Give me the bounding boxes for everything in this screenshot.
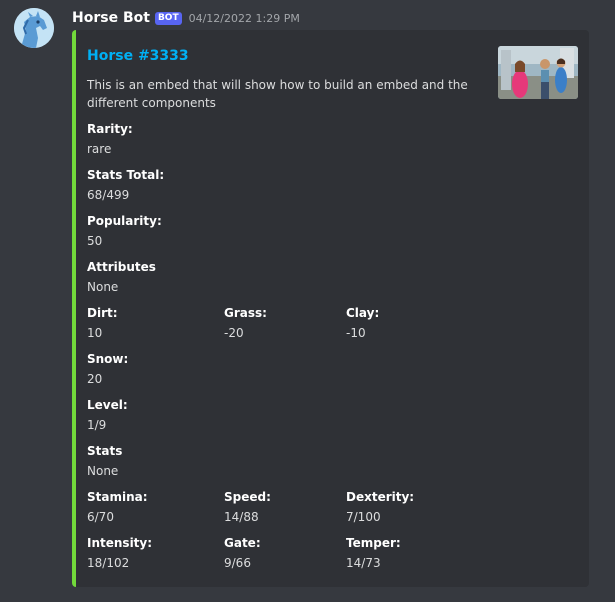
- field-value: 10: [87, 326, 103, 340]
- field-name: Rarity:: [87, 122, 133, 136]
- field-clay: Clay: -10: [346, 304, 379, 342]
- field-name: Temper:: [346, 536, 401, 550]
- field-value: -10: [346, 326, 366, 340]
- field-stats-total: Stats Total: 68/499: [87, 166, 164, 204]
- field-attributes: Attributes None: [87, 258, 156, 296]
- field-name: Intensity:: [87, 536, 153, 550]
- field-popularity: Popularity: 50: [87, 212, 162, 250]
- field-value: None: [87, 464, 119, 478]
- author-name[interactable]: Horse Bot: [72, 10, 150, 26]
- field-name: Grass:: [224, 306, 267, 320]
- field-name: Stamina:: [87, 490, 148, 504]
- horse-avatar-icon[interactable]: [14, 8, 54, 48]
- field-value: 14/73: [346, 556, 381, 570]
- message-timestamp: 04/12/2022 1:29 PM: [188, 11, 300, 25]
- field-temper: Temper: 14/73: [346, 534, 401, 572]
- field-value: 20: [87, 372, 103, 386]
- field-name: Stats Total:: [87, 168, 165, 182]
- field-name: Gate:: [224, 536, 261, 550]
- message-header: Horse Bot BOT 04/12/2022 1:29 PM: [72, 8, 300, 28]
- field-value: 18/102: [87, 556, 130, 570]
- field-name: Level:: [87, 398, 128, 412]
- field-gate: Gate: 9/66: [224, 534, 261, 572]
- field-stamina: Stamina: 6/70: [87, 488, 148, 526]
- field-value: 6/70: [87, 510, 114, 524]
- field-name: Stats: [87, 444, 123, 458]
- field-name: Snow:: [87, 352, 129, 366]
- field-value: -20: [224, 326, 244, 340]
- field-name: Popularity:: [87, 214, 162, 228]
- field-value: rare: [87, 142, 112, 156]
- embed-card: Horse #3333 This is an embed that will s…: [72, 30, 589, 587]
- field-level: Level: 1/9: [87, 396, 128, 434]
- field-name: Attributes: [87, 260, 156, 274]
- field-intensity: Intensity: 18/102: [87, 534, 152, 572]
- bot-tag-badge: BOT: [154, 11, 182, 25]
- field-value: 1/9: [87, 418, 107, 432]
- field-name: Dexterity:: [346, 490, 415, 504]
- field-name: Speed:: [224, 490, 271, 504]
- field-value: 9/66: [224, 556, 251, 570]
- field-value: 68/499: [87, 188, 130, 202]
- field-value: 7/100: [346, 510, 381, 524]
- field-value: 14/88: [224, 510, 259, 524]
- field-value: None: [87, 280, 119, 294]
- embed-title[interactable]: Horse #3333: [87, 48, 189, 64]
- field-speed: Speed: 14/88: [224, 488, 271, 526]
- field-rarity: Rarity: rare: [87, 120, 133, 158]
- field-name: Clay:: [346, 306, 380, 320]
- embed-description: This is an embed that will show how to b…: [87, 78, 468, 110]
- field-name: Dirt:: [87, 306, 118, 320]
- field-snow: Snow: 20: [87, 350, 128, 388]
- chat-message: Horse Bot BOT 04/12/2022 1:29 PM Horse #…: [0, 0, 615, 602]
- field-value: 50: [87, 234, 103, 248]
- embed-thumbnail[interactable]: [498, 46, 578, 99]
- field-dexterity: Dexterity: 7/100: [346, 488, 414, 526]
- field-grass: Grass: -20: [224, 304, 267, 342]
- field-stats: Stats None: [87, 442, 122, 480]
- field-dirt: Dirt: 10: [87, 304, 118, 342]
